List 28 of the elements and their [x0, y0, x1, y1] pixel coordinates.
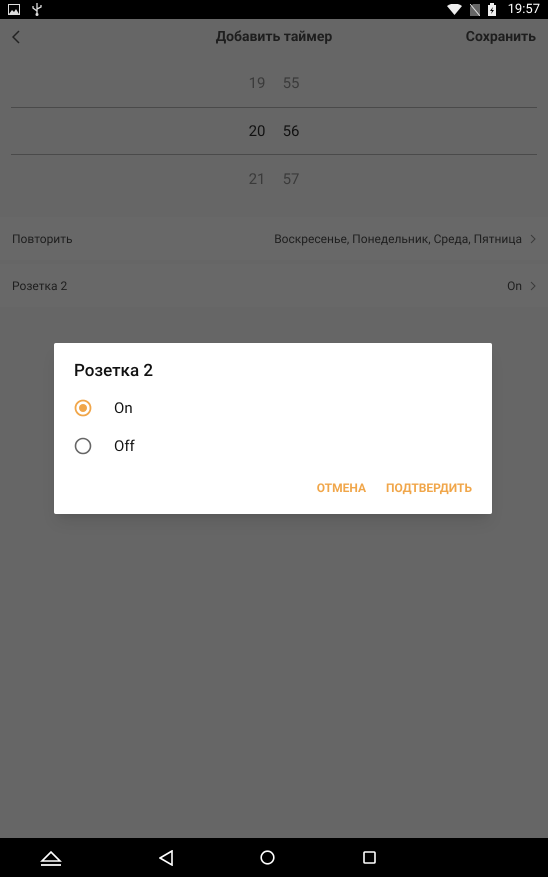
- wifi-icon: [446, 4, 462, 15]
- usb-icon: [32, 3, 42, 16]
- setting-value: Воскресенье, Понедельник, Среда, Пятница: [274, 230, 522, 248]
- battery-icon: [488, 3, 496, 16]
- status-time: 19:57: [508, 0, 540, 19]
- radio-option[interactable]: On: [74, 389, 472, 427]
- back-nav-button[interactable]: [158, 848, 174, 868]
- radio-option[interactable]: Off: [74, 427, 472, 465]
- save-button[interactable]: Сохранить: [466, 26, 536, 48]
- screen-title: Добавить таймер: [216, 28, 332, 46]
- back-icon: [12, 30, 20, 44]
- dialog-button[interactable]: ПОДТВЕРДИТЬ: [386, 479, 472, 497]
- no-sim-icon: [470, 4, 480, 16]
- recents-square-icon: [362, 851, 376, 864]
- minute-value[interactable]: 56: [281, 120, 301, 142]
- dialog-button[interactable]: ОТМЕНА: [316, 479, 366, 497]
- setting-label: Повторить: [12, 230, 73, 248]
- chevron-right-icon: [530, 234, 536, 244]
- image-icon: [8, 4, 20, 15]
- setting-label: Розетка 2: [12, 278, 68, 294]
- hour-value[interactable]: 20: [247, 120, 267, 142]
- chevron-right-icon: [530, 280, 536, 290]
- home-circle-icon: [260, 850, 274, 865]
- dialog-title: Розетка 2: [74, 360, 154, 383]
- back-triangle-icon: [159, 850, 173, 866]
- home-button[interactable]: [259, 848, 275, 868]
- eject-icon: [39, 850, 63, 866]
- setting-value: On: [507, 278, 522, 294]
